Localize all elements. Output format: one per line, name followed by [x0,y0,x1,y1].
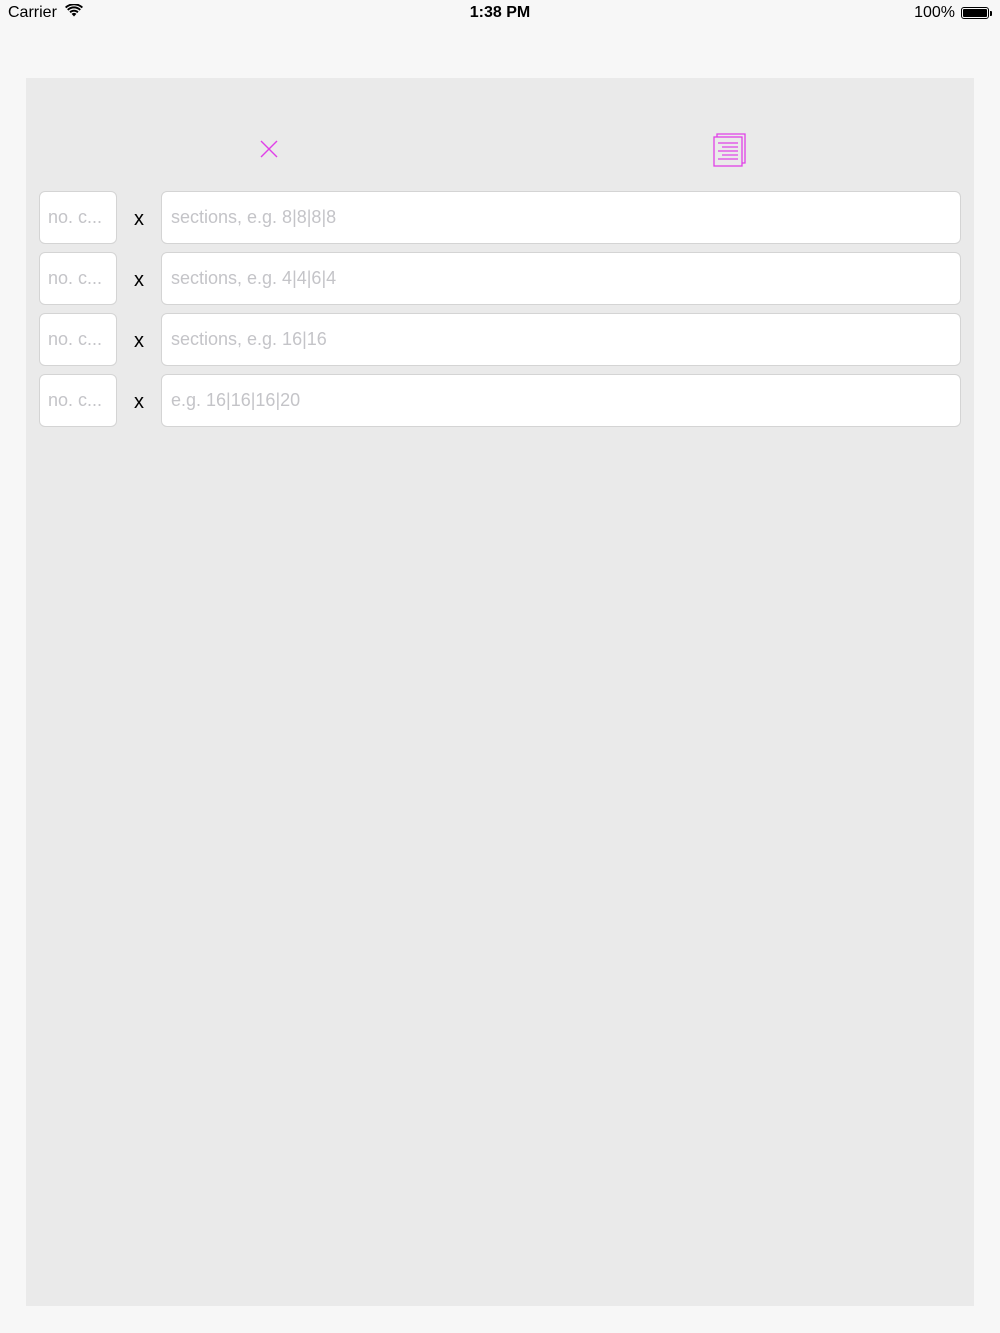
times-label: x [134,329,144,352]
close-icon [260,140,278,158]
sections-input[interactable] [161,252,961,305]
battery-tip [990,10,992,16]
section-row-2: x [39,252,961,305]
close-button[interactable] [252,132,286,166]
count-input[interactable] [39,252,117,305]
sections-input[interactable] [161,313,961,366]
content-panel: x x x x [26,78,974,1306]
count-input[interactable] [39,374,117,427]
count-input[interactable] [39,313,117,366]
section-row-4: x [39,374,961,427]
document-list-icon [713,133,746,167]
battery-group: 100% [914,4,992,22]
times-label: x [134,390,144,413]
status-bar: Carrier 1:38 PM 100% [0,0,1000,28]
times-label: x [134,268,144,291]
document-list-button[interactable] [710,130,750,170]
count-input[interactable] [39,191,117,244]
times-label: x [134,207,144,230]
section-row-3: x [39,313,961,366]
battery-icon [961,7,989,19]
battery-percent: 100% [914,4,955,21]
sections-input[interactable] [161,374,961,427]
sections-input[interactable] [161,191,961,244]
status-time: 1:38 PM [469,4,531,21]
section-row-1: x [39,191,961,244]
